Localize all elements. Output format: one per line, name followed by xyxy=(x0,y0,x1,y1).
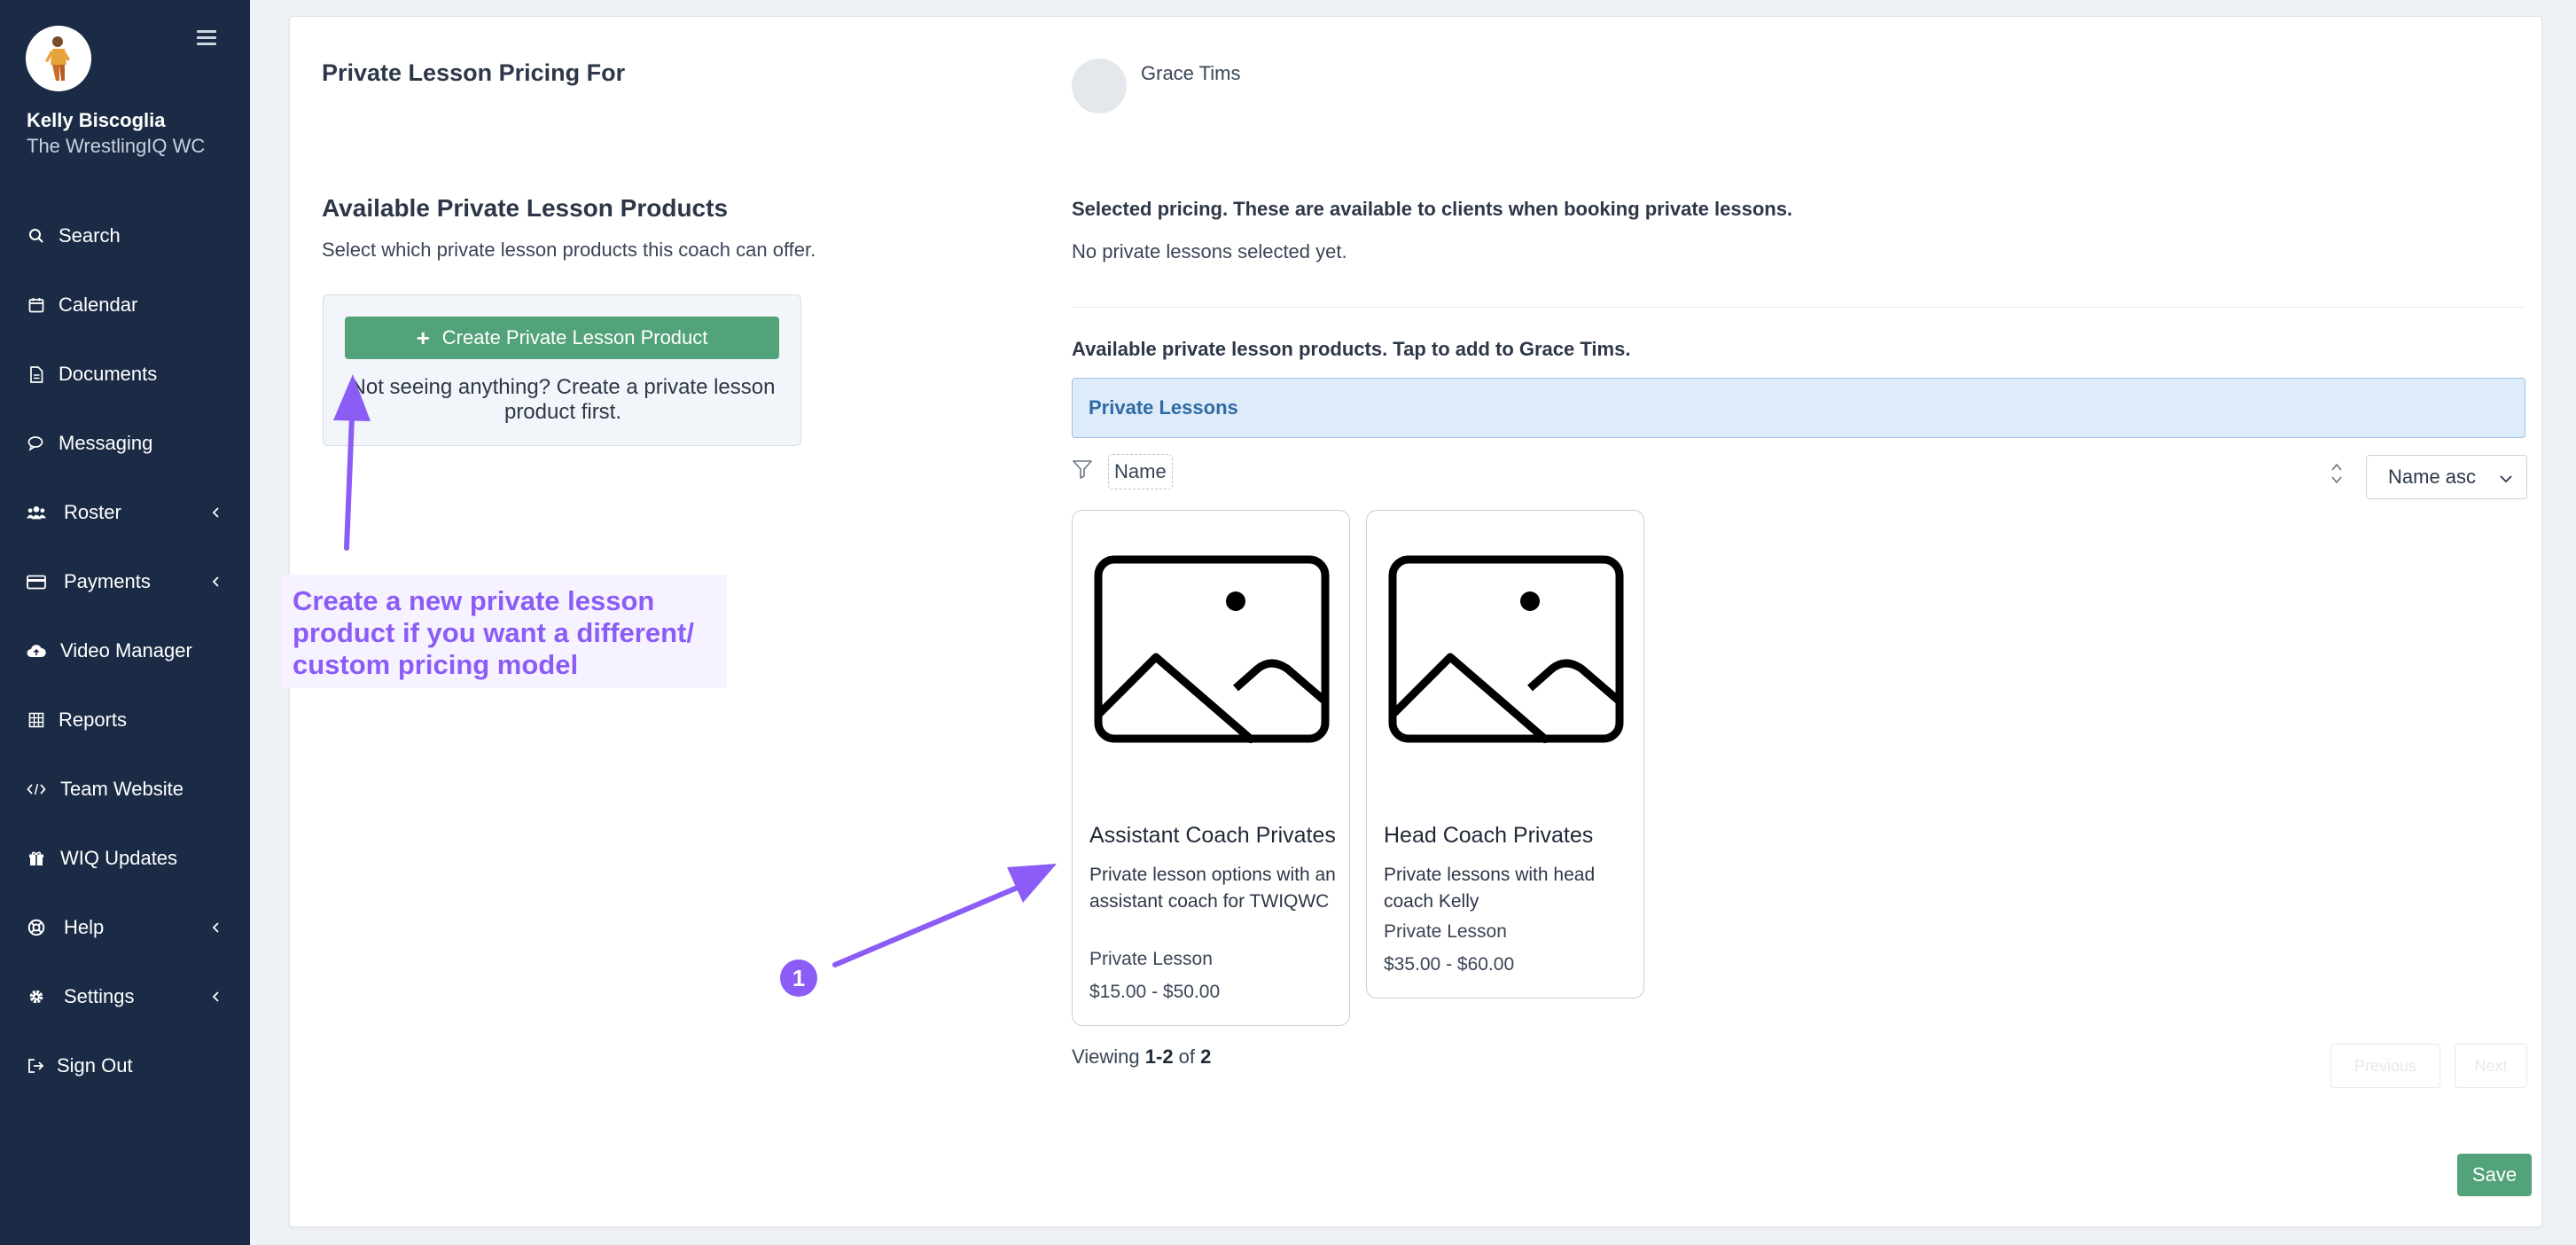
team-name: The WrestlingIQ WC xyxy=(27,135,206,157)
selected-pricing-empty: No private lessons selected yet. xyxy=(1072,240,1347,262)
previous-label: Previous xyxy=(2354,1056,2417,1075)
next-page-button[interactable]: Next xyxy=(2455,1044,2527,1088)
sidebar-item-team-website[interactable]: Team Website xyxy=(0,755,250,824)
sidebar-item-video-manager[interactable]: Video Manager xyxy=(0,616,250,685)
sidebar-item-label: Reports xyxy=(59,709,128,731)
product-type: Private Lesson xyxy=(1384,921,1507,942)
lifebuoy-icon xyxy=(27,918,46,937)
sort-icon[interactable] xyxy=(2330,462,2343,485)
sidebar-item-help[interactable]: Help xyxy=(0,893,250,962)
product-description: Private lessons with head coach Kelly xyxy=(1384,865,1596,912)
pagination-summary: Viewing 1-2 of 2 xyxy=(1072,1045,1211,1069)
product-card[interactable]: Head Coach Privates Private lessons with… xyxy=(1366,510,1644,998)
image-placeholder-icon xyxy=(1388,555,1624,745)
sidebar-item-label: WIQ Updates xyxy=(60,847,178,869)
product-price: $35.00 - $60.00 xyxy=(1384,954,1515,975)
cloud-upload-icon xyxy=(27,641,46,661)
sidebar-item-reports[interactable]: Reports xyxy=(0,685,250,755)
sidebar-item-label: Settings xyxy=(64,985,135,1007)
product-description: Private lesson options with an assistant… xyxy=(1089,865,1336,912)
sort-select-value: Name asc xyxy=(2388,466,2477,488)
sidebar-item-settings[interactable]: Settings xyxy=(0,962,250,1031)
pagination-range: 1-2 xyxy=(1144,1045,1174,1068)
code-icon xyxy=(27,779,46,799)
product-card[interactable]: Assistant Coach Privates Private lesson … xyxy=(1072,510,1350,1026)
coach-name: Grace Tims xyxy=(1141,62,1241,84)
chevron-left-icon xyxy=(211,985,220,1008)
save-button[interactable]: Save xyxy=(2457,1154,2532,1196)
product-type: Private Lesson xyxy=(1089,949,1213,969)
document-icon xyxy=(27,364,46,384)
category-private-lessons[interactable]: Private Lessons xyxy=(1072,378,2525,438)
plus-icon: + xyxy=(416,324,430,351)
coach-avatar xyxy=(1072,59,1127,114)
sidebar-item-label: Video Manager xyxy=(60,639,192,662)
create-private-lesson-product-button[interactable]: + Create Private Lesson Product xyxy=(345,317,779,359)
products-section-subtitle: Select which private lesson products thi… xyxy=(322,239,816,261)
gear-icon xyxy=(27,987,46,1006)
hamburger-menu-icon[interactable] xyxy=(197,30,216,46)
sidebar-item-payments[interactable]: Payments xyxy=(0,547,250,616)
create-product-panel: + Create Private Lesson Product Not seei… xyxy=(323,294,801,446)
filter-icon[interactable] xyxy=(1072,458,1093,480)
image-placeholder-icon xyxy=(1094,555,1330,745)
table-icon xyxy=(27,710,46,730)
name-filter-input[interactable]: Name xyxy=(1108,454,1173,489)
sort-select[interactable]: Name asc xyxy=(2366,455,2527,499)
credit-card-icon xyxy=(27,572,46,591)
products-section-title: Available Private Lesson Products xyxy=(322,194,729,222)
pagination-prefix: Viewing xyxy=(1072,1045,1145,1068)
previous-page-button[interactable]: Previous xyxy=(2330,1044,2440,1088)
search-icon xyxy=(27,226,46,246)
user-name: Kelly Biscoglia xyxy=(27,109,166,131)
sidebar-item-label: Documents xyxy=(59,363,158,385)
sidebar-item-sign-out[interactable]: Sign Out xyxy=(0,1031,250,1100)
sidebar-item-label: Help xyxy=(64,916,105,938)
user-avatar[interactable] xyxy=(26,26,91,91)
available-products-title: Available private lesson products. Tap t… xyxy=(1072,338,1631,360)
category-label: Private Lessons xyxy=(1089,396,1238,419)
create-hint-text: Not seeing anything? Create a private le… xyxy=(350,375,776,424)
sidebar-item-roster[interactable]: Roster xyxy=(0,478,250,547)
pagination-of: of xyxy=(1173,1045,1201,1068)
sidebar-item-label: Roster xyxy=(64,501,121,523)
chevron-left-icon xyxy=(211,570,220,593)
chevron-left-icon xyxy=(211,916,220,939)
page-title: Private Lesson Pricing For xyxy=(322,59,626,86)
product-name: Assistant Coach Privates xyxy=(1089,823,1336,848)
chevron-down-icon xyxy=(2498,469,2514,492)
sidebar-item-label: Sign Out xyxy=(57,1054,133,1077)
name-filter-placeholder: Name xyxy=(1114,460,1167,482)
selected-pricing-title: Selected pricing. These are available to… xyxy=(1072,198,1793,220)
next-label: Next xyxy=(2474,1056,2508,1075)
sidebar-item-search[interactable]: Search xyxy=(0,201,250,270)
annotation-callout: Create a new private lesson product if y… xyxy=(282,575,727,688)
users-icon xyxy=(27,503,46,522)
product-name: Head Coach Privates xyxy=(1384,823,1594,848)
product-price: $15.00 - $50.00 xyxy=(1089,982,1221,1002)
divider xyxy=(1072,307,2525,308)
sign-out-icon xyxy=(27,1056,46,1076)
create-button-label: Create Private Lesson Product xyxy=(441,326,708,348)
sidebar-item-calendar[interactable]: Calendar xyxy=(0,270,250,340)
sidebar-item-wiq-updates[interactable]: WIQ Updates xyxy=(0,824,250,893)
calendar-icon xyxy=(27,295,46,315)
sidebar-item-messaging[interactable]: Messaging xyxy=(0,409,250,478)
chat-icon xyxy=(27,434,46,453)
sidebar-item-documents[interactable]: Documents xyxy=(0,340,250,409)
step-badge: 1 xyxy=(780,959,817,997)
sidebar-item-label: Messaging xyxy=(59,432,153,454)
pagination-total: 2 xyxy=(1200,1045,1212,1068)
sidebar-item-label: Team Website xyxy=(60,778,183,800)
gift-icon xyxy=(27,849,46,868)
chevron-left-icon xyxy=(211,501,220,524)
sidebar-item-label: Payments xyxy=(64,570,151,592)
sidebar-nav: Search Calendar Documents Messaging Rost… xyxy=(0,201,250,1100)
sidebar-item-label: Search xyxy=(59,224,121,247)
sidebar: Kelly Biscoglia The WrestlingIQ WC Searc… xyxy=(0,0,250,1245)
sidebar-item-label: Calendar xyxy=(59,294,138,316)
